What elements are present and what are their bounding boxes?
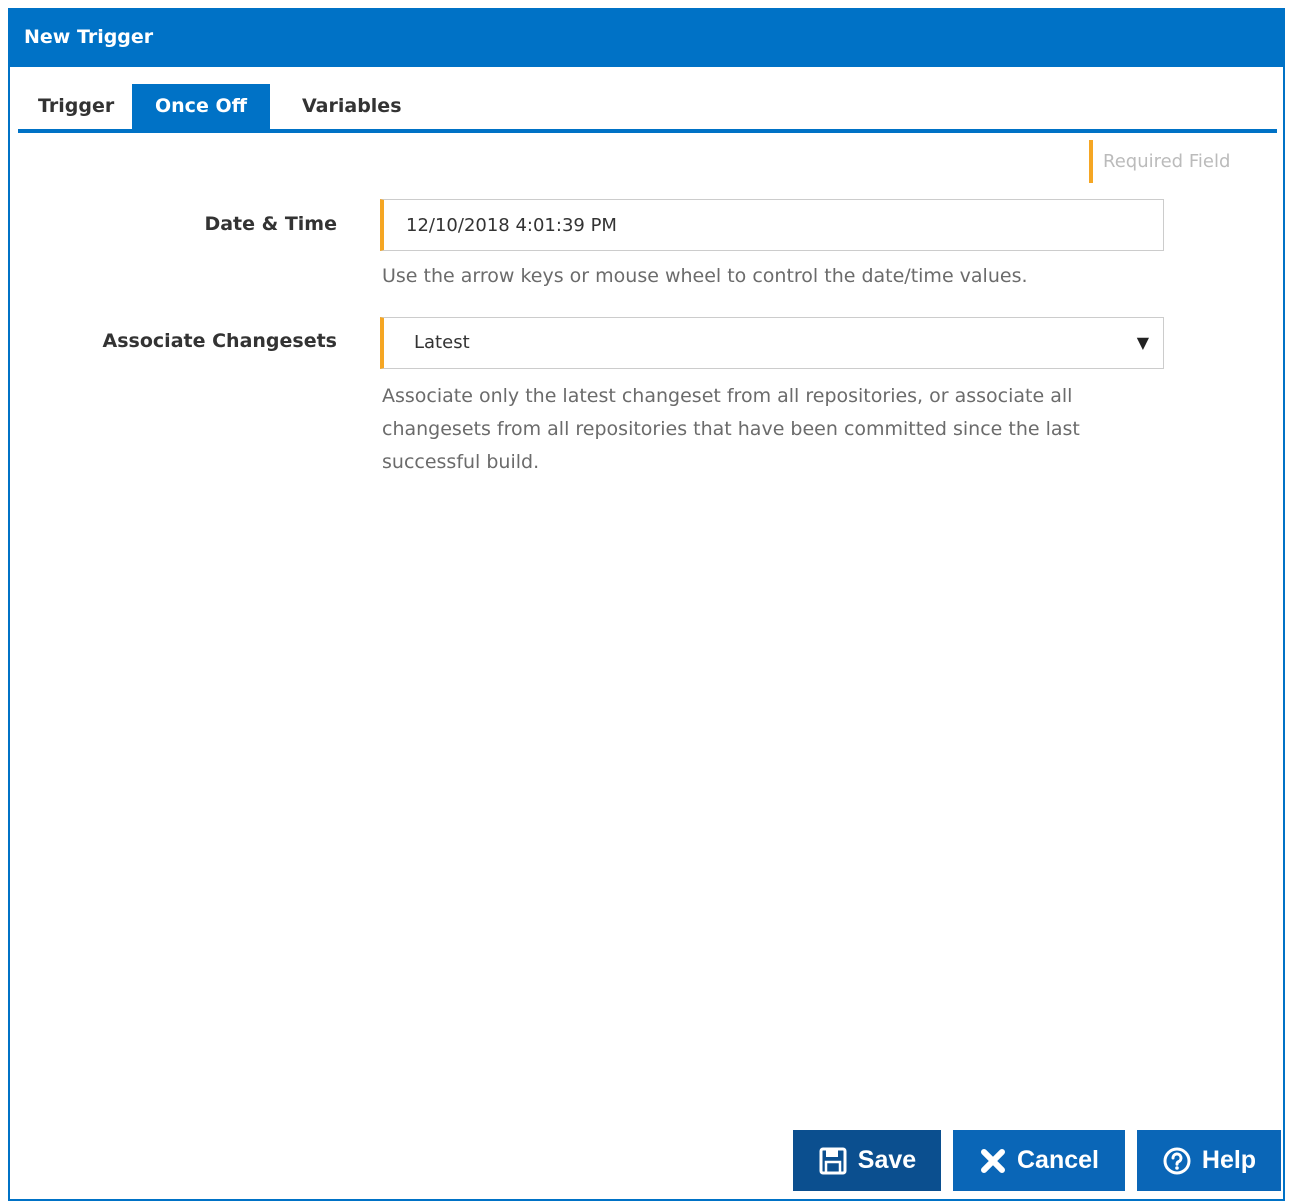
date-time-input[interactable] (384, 200, 1163, 250)
tab-variables[interactable]: Variables (294, 84, 424, 129)
close-icon (979, 1147, 1007, 1175)
associate-changesets-label: Associate Changesets (102, 330, 337, 352)
help-button[interactable]: Help (1137, 1130, 1281, 1191)
cancel-label: Cancel (1017, 1146, 1099, 1174)
associate-changesets-select[interactable]: Latest ▼ (380, 317, 1164, 369)
tab-bar: Trigger Once Off Variables (18, 74, 1277, 133)
associate-changesets-help: Associate only the latest changeset from… (382, 385, 1080, 473)
tab-once-off[interactable]: Once Off (132, 84, 270, 129)
dialog-title: New Trigger (10, 8, 1283, 67)
tab-trigger[interactable]: Trigger (30, 84, 130, 129)
date-time-field[interactable] (380, 199, 1164, 251)
dropdown-arrow-icon: ▼ (1136, 333, 1149, 352)
save-icon (818, 1146, 848, 1176)
question-circle-icon (1162, 1146, 1192, 1176)
cancel-button[interactable]: Cancel (953, 1130, 1125, 1191)
required-field-legend: Required Field (1089, 140, 1230, 183)
save-button[interactable]: Save (793, 1130, 941, 1191)
date-time-label: Date & Time (204, 213, 337, 235)
new-trigger-dialog: New Trigger Trigger Once Off Variables R… (8, 8, 1285, 1201)
associate-changesets-value: Latest (414, 332, 470, 353)
date-time-help: Use the arrow keys or mouse wheel to con… (382, 265, 1028, 287)
save-label: Save (857, 1146, 917, 1174)
help-label: Help (1201, 1146, 1257, 1174)
